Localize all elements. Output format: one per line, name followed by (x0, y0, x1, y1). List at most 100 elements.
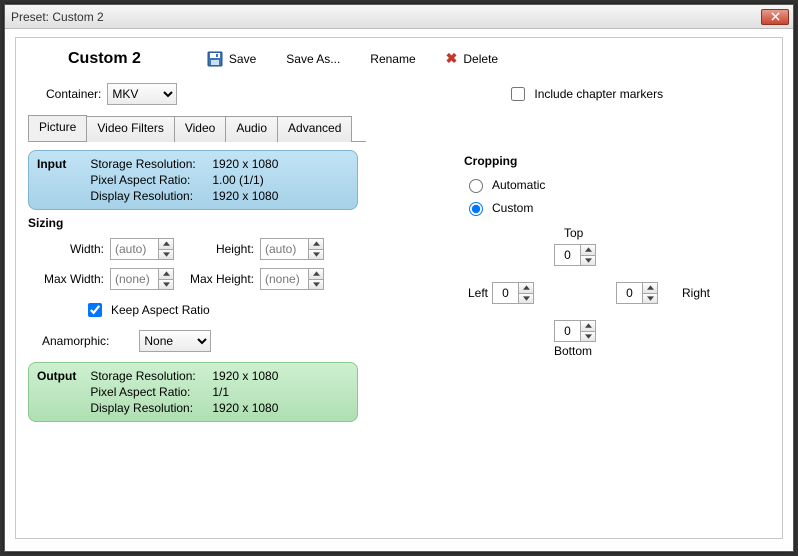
include-chapter-markers-checkbox[interactable] (511, 87, 525, 101)
input-storage-value: 1920 x 1080 (212, 157, 278, 171)
delete-button[interactable]: ✖ Delete (440, 48, 504, 69)
save-button[interactable]: Save (201, 49, 262, 69)
max-width-steppers[interactable] (158, 268, 174, 290)
chevron-up-icon (163, 271, 170, 276)
anamorphic-select[interactable]: None (139, 330, 211, 352)
height-label: Height: (180, 242, 260, 256)
crop-right-spinner[interactable] (616, 282, 658, 304)
keep-aspect-ratio-checkbox[interactable] (88, 303, 102, 317)
delete-label: Delete (463, 52, 498, 66)
sizing-grid: Width: Height: (32, 238, 358, 290)
save-label: Save (229, 52, 256, 66)
height-step-up[interactable] (308, 238, 324, 249)
tab-video[interactable]: Video (174, 116, 226, 142)
height-steppers[interactable] (308, 238, 324, 260)
tab-audio[interactable]: Audio (225, 116, 278, 142)
crop-right-input[interactable] (616, 282, 642, 304)
close-icon (771, 12, 780, 21)
tab-video-label: Video (185, 121, 215, 135)
close-button[interactable] (761, 9, 789, 25)
crop-left-step-down[interactable] (518, 293, 534, 305)
crop-automatic-radio[interactable] (469, 179, 483, 193)
crop-top-step-down[interactable] (580, 255, 596, 267)
crop-left-spinner[interactable] (492, 282, 534, 304)
height-step-down[interactable] (308, 249, 324, 261)
container-row: Container: MKV Include chapter markers (28, 83, 770, 105)
tab-picture[interactable]: Picture (28, 115, 87, 141)
width-spinner[interactable] (110, 238, 180, 260)
anamorphic-row: Anamorphic: None (42, 330, 358, 352)
max-width-step-down[interactable] (158, 279, 174, 291)
width-input[interactable] (110, 238, 158, 260)
container-label: Container: (46, 87, 101, 101)
tab-video-filters-label: Video Filters (97, 121, 163, 135)
width-steppers[interactable] (158, 238, 174, 260)
crop-right-label: Right (682, 286, 710, 300)
crop-automatic-row: Automatic (464, 176, 674, 193)
output-infobox: Output Storage Resolution: 1920 x 1080 P… (28, 362, 358, 422)
sizing-header: Sizing (28, 216, 358, 230)
max-height-steppers[interactable] (308, 268, 324, 290)
crop-right-steppers[interactable] (642, 282, 658, 304)
crop-bottom-steppers[interactable] (580, 320, 596, 342)
max-height-spinner[interactable] (260, 268, 330, 290)
crop-top-steppers[interactable] (580, 244, 596, 266)
tab-video-filters[interactable]: Video Filters (86, 116, 174, 142)
max-height-step-up[interactable] (308, 268, 324, 279)
max-height-label: Max Height: (180, 272, 260, 286)
preset-toolbar: Custom 2 Save Save As... Rename (28, 48, 770, 69)
crop-bottom-step-down[interactable] (580, 331, 596, 343)
chevron-up-icon (523, 285, 530, 290)
rename-button[interactable]: Rename (364, 50, 421, 68)
crop-top-step-up[interactable] (580, 244, 596, 255)
tab-advanced[interactable]: Advanced (277, 116, 352, 142)
body-outer: Custom 2 Save Save As... Rename (5, 29, 793, 547)
anamorphic-label: Anamorphic: (42, 334, 109, 348)
crop-top-label: Top (564, 226, 583, 240)
crop-top-input[interactable] (554, 244, 580, 266)
max-width-spinner[interactable] (110, 268, 180, 290)
body-inner: Custom 2 Save Save As... Rename (15, 37, 783, 539)
chevron-up-icon (313, 241, 320, 246)
delete-x-icon: ✖ (446, 50, 458, 67)
chevron-up-icon (163, 241, 170, 246)
crop-right-step-up[interactable] (642, 282, 658, 293)
crop-bottom-label: Bottom (554, 344, 592, 358)
container-select[interactable]: MKV (107, 83, 177, 105)
crop-top-spinner[interactable] (554, 244, 596, 266)
chevron-down-icon (585, 258, 592, 263)
max-height-step-down[interactable] (308, 279, 324, 291)
crop-bottom-step-up[interactable] (580, 320, 596, 331)
chevron-down-icon (585, 334, 592, 339)
titlebar: Preset: Custom 2 (5, 5, 793, 29)
keep-aspect-ratio-row: Keep Aspect Ratio (84, 300, 358, 320)
width-step-up[interactable] (158, 238, 174, 249)
height-input[interactable] (260, 238, 308, 260)
crop-bottom-spinner[interactable] (554, 320, 596, 342)
max-width-input[interactable] (110, 268, 158, 290)
crop-custom-label: Custom (492, 201, 533, 215)
chevron-down-icon (313, 252, 320, 257)
chevron-down-icon (647, 296, 654, 301)
max-width-step-up[interactable] (158, 268, 174, 279)
tab-advanced-label: Advanced (288, 121, 341, 135)
crop-right-step-down[interactable] (642, 293, 658, 305)
crop-left-steppers[interactable] (518, 282, 534, 304)
chevron-up-icon (585, 323, 592, 328)
tab-audio-label: Audio (236, 121, 267, 135)
input-storage-label: Storage Resolution: (90, 157, 212, 171)
height-spinner[interactable] (260, 238, 330, 260)
max-height-input[interactable] (260, 268, 308, 290)
crop-bottom-input[interactable] (554, 320, 580, 342)
width-step-down[interactable] (158, 249, 174, 261)
right-column: Cropping Automatic Custom Top (464, 150, 674, 428)
crop-left-step-up[interactable] (518, 282, 534, 293)
crop-custom-radio[interactable] (469, 202, 483, 216)
preset-name: Custom 2 (68, 50, 141, 68)
chevron-down-icon (163, 282, 170, 287)
chevron-down-icon (313, 282, 320, 287)
save-as-button[interactable]: Save As... (280, 50, 346, 68)
crop-left-input[interactable] (492, 282, 518, 304)
save-as-label: Save As... (286, 52, 340, 66)
output-par-value: 1/1 (212, 385, 278, 399)
